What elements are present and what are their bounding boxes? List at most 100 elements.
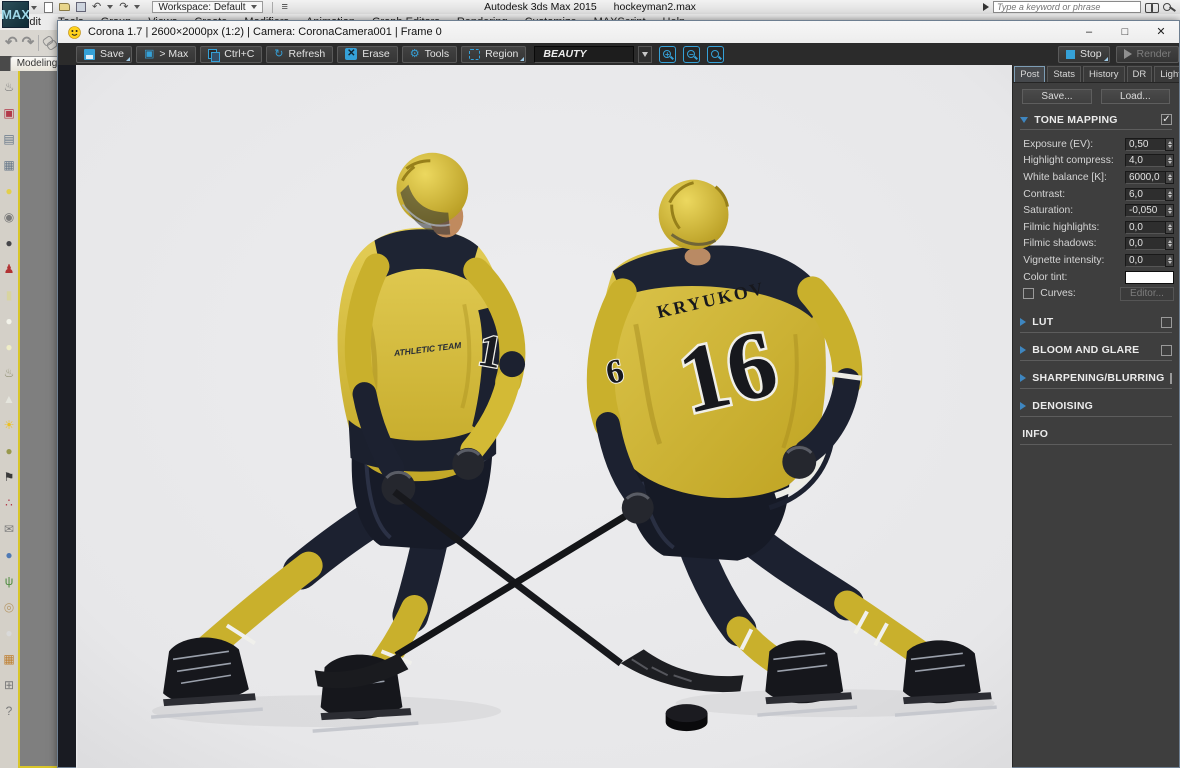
channel-value: BEAUTY xyxy=(543,48,586,60)
checkered-flag-icon[interactable]: ⚑ xyxy=(1,464,17,490)
saturation-input[interactable]: -0,050 xyxy=(1125,204,1165,217)
close-button[interactable]: ✕ xyxy=(1143,21,1179,43)
silver-sphere-icon[interactable]: ● xyxy=(1,620,17,646)
exposure-input[interactable]: 0,50 xyxy=(1125,138,1165,151)
envelope-icon[interactable]: ✉ xyxy=(1,516,17,542)
color-tint-swatch[interactable] xyxy=(1125,271,1174,284)
lut-checkbox[interactable] xyxy=(1161,317,1172,328)
swatch-icon[interactable]: ▮ xyxy=(1,282,17,308)
tab-dr[interactable]: DR xyxy=(1127,66,1153,82)
copy-button[interactable]: Ctrl+C xyxy=(200,46,262,63)
cone-icon[interactable]: ▲ xyxy=(1,386,17,412)
tab-post[interactable]: Post xyxy=(1014,66,1045,82)
shell-icon[interactable]: ◎ xyxy=(1,594,17,620)
toolbar-options-icon[interactable]: ≡ xyxy=(282,1,288,13)
zoom-out-button[interactable]: − xyxy=(683,46,700,63)
render-setup-icon[interactable]: ▣ xyxy=(1,100,17,126)
curves-editor-button[interactable]: Editor... xyxy=(1120,287,1174,301)
ribbon-tab-modeling[interactable]: Modeling xyxy=(10,56,64,71)
to-max-button[interactable]: ▣ > Max xyxy=(136,46,196,63)
tools-button[interactable]: ⚙ Tools xyxy=(402,46,457,63)
channel-dropdown-button[interactable] xyxy=(638,46,652,63)
open-file-icon[interactable] xyxy=(59,3,70,11)
vignette-input[interactable]: 0,0 xyxy=(1125,254,1165,267)
camera-icon[interactable]: ◉ xyxy=(1,204,17,230)
highlight-compress-spinner[interactable] xyxy=(1165,154,1174,167)
tab-history[interactable]: History xyxy=(1083,66,1125,82)
filmic-highlights-spinner[interactable] xyxy=(1165,221,1174,234)
pale-sphere-icon[interactable]: ● xyxy=(1,334,17,360)
region-button[interactable]: Region xyxy=(461,46,526,63)
dark-sphere-icon[interactable]: ● xyxy=(1,230,17,256)
zoom-reset-button[interactable] xyxy=(707,46,724,63)
redo-icon[interactable]: ↷ xyxy=(119,1,128,13)
sun-light-icon[interactable]: ☀ xyxy=(1,412,17,438)
exposure-spinner[interactable] xyxy=(1165,138,1174,151)
denoising-section-header[interactable]: DENOISING xyxy=(1013,398,1179,415)
max-logo[interactable]: MAX xyxy=(2,1,29,28)
curves-checkbox[interactable] xyxy=(1023,288,1034,299)
minimize-button[interactable]: – xyxy=(1071,21,1107,43)
redo-large-icon[interactable]: ↷ xyxy=(22,33,35,53)
sharpening-checkbox[interactable] xyxy=(1170,373,1172,384)
help-icon[interactable]: ? xyxy=(1,698,17,724)
contrast-spinner[interactable] xyxy=(1165,188,1174,201)
undo-dropdown-icon[interactable] xyxy=(107,5,113,9)
tone-mapping-header[interactable]: TONE MAPPING xyxy=(1013,111,1179,128)
lut-section-header[interactable]: LUT xyxy=(1013,314,1179,331)
filmic-highlights-input[interactable]: 0,0 xyxy=(1125,221,1165,234)
undo-icon[interactable]: ↶ xyxy=(92,1,101,13)
tone-mapping-checkbox[interactable] xyxy=(1161,114,1172,125)
save-file-icon[interactable] xyxy=(76,2,86,12)
highlight-compress-input[interactable]: 4,0 xyxy=(1125,154,1165,167)
render-canvas[interactable]: 16 ATHLETIC TEAM xyxy=(76,65,1012,768)
save-button[interactable]: Save xyxy=(76,46,132,63)
vignette-spinner[interactable] xyxy=(1165,254,1174,267)
render-button[interactable]: Render xyxy=(1116,46,1179,63)
schematic-view-icon[interactable]: ⊞ xyxy=(1,672,17,698)
save-settings-button[interactable]: Save... xyxy=(1022,89,1091,104)
maximize-button[interactable]: □ xyxy=(1107,21,1143,43)
filmic-shadows-spinner[interactable] xyxy=(1165,237,1174,250)
rendered-frame-icon[interactable]: ▤ xyxy=(1,126,17,152)
white-balance-input[interactable]: 6000,0 xyxy=(1125,171,1165,184)
filmic-shadows-input[interactable]: 0,0 xyxy=(1125,237,1165,250)
teapot-icon[interactable]: ♨ xyxy=(1,74,17,100)
max-viewport[interactable] xyxy=(18,71,57,768)
workspace-selector[interactable]: Workspace: Default xyxy=(152,1,262,13)
channel-selector[interactable]: BEAUTY xyxy=(534,46,634,63)
bloom-glare-section-header[interactable]: BLOOM AND GLARE xyxy=(1013,342,1179,359)
help-search-input[interactable] xyxy=(993,1,1141,13)
sharpening-section-header[interactable]: SHARPENING/BLURRING xyxy=(1013,370,1179,387)
white-balance-spinner[interactable] xyxy=(1165,171,1174,184)
new-file-icon[interactable] xyxy=(44,2,53,13)
olive-sphere-icon[interactable]: ● xyxy=(1,438,17,464)
corona-titlebar[interactable]: Corona 1.7 | 2600×2000px (1:2) | Camera:… xyxy=(58,21,1179,43)
bloom-glare-checkbox[interactable] xyxy=(1161,345,1172,356)
search-icon[interactable] xyxy=(1145,2,1159,12)
contrast-input[interactable]: 6,0 xyxy=(1125,188,1165,201)
tab-stats[interactable]: Stats xyxy=(1047,66,1081,82)
refresh-button[interactable]: ↻ Refresh xyxy=(266,46,333,63)
stop-button[interactable]: Stop xyxy=(1058,46,1110,63)
erase-button[interactable]: ✕ Erase xyxy=(337,46,397,63)
chart-grid-icon[interactable]: ▦ xyxy=(1,646,17,672)
teapot-2-icon[interactable]: ♨ xyxy=(1,360,17,386)
app-menu-dropdown-icon[interactable] xyxy=(31,6,37,10)
sign-in-icon[interactable] xyxy=(1163,2,1176,13)
grass-icon[interactable]: ψ xyxy=(1,568,17,594)
saturation-spinner[interactable] xyxy=(1165,204,1174,217)
light-bulb-icon[interactable]: ● xyxy=(1,178,17,204)
white-sphere-icon[interactable]: ● xyxy=(1,308,17,334)
redo-dropdown-icon[interactable] xyxy=(134,5,140,9)
molecule-icon[interactable]: ∴ xyxy=(1,490,17,516)
load-settings-button[interactable]: Load... xyxy=(1101,89,1170,104)
search-expand-icon[interactable] xyxy=(983,3,989,11)
select-link-icon[interactable] xyxy=(43,37,57,49)
zoom-in-button[interactable]: + xyxy=(659,46,676,63)
undo-large-icon[interactable]: ↶ xyxy=(5,33,18,53)
keyboard-icon[interactable]: ▦ xyxy=(1,152,17,178)
tab-lightmix[interactable]: LightMix xyxy=(1154,66,1179,82)
robot-icon[interactable]: ♟ xyxy=(1,256,17,282)
blue-blob-icon[interactable]: ● xyxy=(1,542,17,568)
